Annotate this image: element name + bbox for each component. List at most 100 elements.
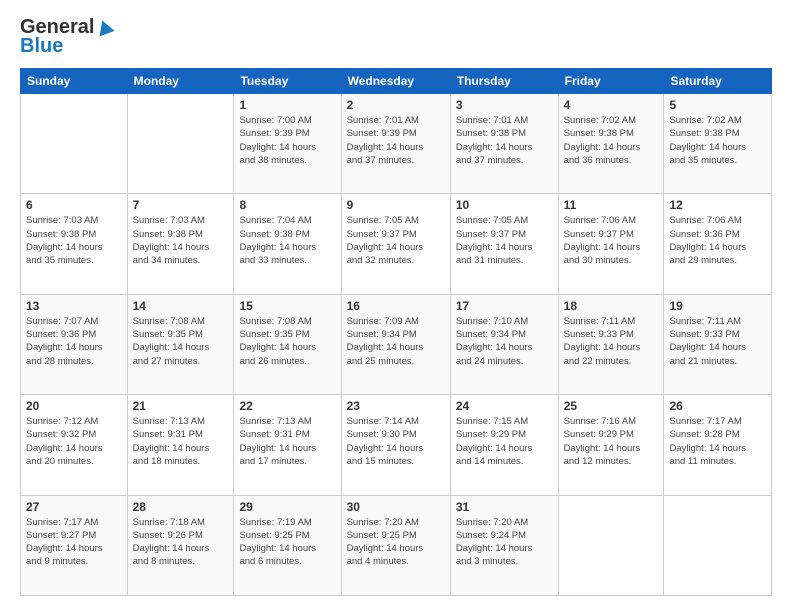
day-cell: 22Sunrise: 7:13 AMSunset: 9:31 PMDayligh… [234, 395, 341, 495]
sunrise-text: Sunrise: 7:11 AM [564, 316, 636, 327]
day-info: Sunrise: 7:11 AMSunset: 9:33 PMDaylight:… [564, 315, 659, 368]
sunset-text: Sunset: 9:32 PM [26, 429, 96, 440]
week-row-4: 20 Sunrise: 7:12 AM Sunset: 9:32 PM Dayligh… [21, 395, 772, 495]
sunrise-text: Sunrise: 7:04 AM [239, 215, 311, 226]
sunset-text: Sunset: 9:28 PM [669, 429, 739, 440]
sunset-text: Sunset: 9:39 PM [347, 128, 417, 139]
daylight-text: Daylight: 14 hoursand 25 minutes. [347, 342, 424, 366]
day-info: Sunrise: 7:06 AMSunset: 9:36 PMDaylight:… [669, 214, 766, 267]
day-number: 6 [26, 198, 122, 212]
day-cell [558, 495, 664, 595]
day-info: Sunrise: 7:18 AM Sunset: 9:26 PM Daylight:… [133, 516, 229, 569]
day-number: 19 [669, 299, 766, 313]
day-cell: 4 Sunrise: 7:02 AMSunset: 9:38 PMDaylight… [558, 94, 664, 194]
sunrise-text: Sunrise: 7:02 AM [564, 115, 636, 126]
sunset-text: Sunset: 9:25 PM [239, 530, 309, 541]
daylight-text: Daylight: 14 hoursand 36 minutes. [564, 142, 641, 166]
day-info: Sunrise: 7:08 AMSunset: 9:35 PMDaylight:… [133, 315, 229, 368]
day-number: 16 [347, 299, 445, 313]
sunset-text: Sunset: 9:25 PM [347, 530, 417, 541]
weekday-header-friday: Friday [558, 69, 664, 94]
day-info: Sunrise: 7:08 AMSunset: 9:35 PMDaylight:… [239, 315, 335, 368]
day-number: 22 [239, 399, 335, 413]
day-info: Sunrise: 7:09 AMSunset: 9:34 PMDaylight:… [347, 315, 445, 368]
day-number: 21 [133, 399, 229, 413]
daylight-text: Daylight: 14 hoursand 37 minutes. [347, 142, 424, 166]
sunrise-text: Sunrise: 7:12 AM [26, 416, 98, 427]
daylight-text: Daylight: 14 hoursand 35 minutes. [669, 142, 746, 166]
day-number: 24 [456, 399, 553, 413]
day-cell [127, 94, 234, 194]
day-number: 13 [26, 299, 122, 313]
sunset-text: Sunset: 9:37 PM [347, 229, 417, 240]
day-number: 25 [564, 399, 659, 413]
sunrise-text: Sunrise: 7:02 AM [669, 115, 741, 126]
sunset-text: Sunset: 9:35 PM [239, 329, 309, 340]
sunrise-text: Sunrise: 7:11 AM [669, 316, 741, 327]
sunrise-text: Sunrise: 7:18 AM [133, 517, 205, 528]
day-info: Sunrise: 7:11 AMSunset: 9:33 PMDaylight:… [669, 315, 766, 368]
sunrise-text: Sunrise: 7:00 AM [239, 115, 311, 126]
sunrise-text: Sunrise: 7:14 AM [347, 416, 419, 427]
sunrise-text: Sunrise: 7:19 AM [239, 517, 311, 528]
page: General Blue SundayMondayTuesdayWednesda… [0, 0, 792, 612]
day-cell: 9Sunrise: 7:05 AMSunset: 9:37 PMDaylight… [341, 194, 450, 294]
weekday-header-wednesday: Wednesday [341, 69, 450, 94]
day-number: 17 [456, 299, 553, 313]
day-info: Sunrise: 7:07 AMSunset: 9:36 PMDaylight:… [26, 315, 122, 368]
daylight-text: Daylight: 14 hoursand 24 minutes. [456, 342, 533, 366]
day-cell: 19 Sunrise: 7:11 AMSunset: 9:33 PMDayligh… [664, 294, 772, 394]
day-number: 26 [669, 399, 766, 413]
day-number: 14 [133, 299, 229, 313]
daylight-text: Daylight: 14 hoursand 33 minutes. [239, 242, 316, 266]
daylight-text: Daylight: 14 hoursand 29 minutes. [669, 242, 746, 266]
sunset-text: Sunset: 9:36 PM [26, 329, 96, 340]
daylight-text: Daylight: 14 hoursand 8 minutes. [133, 543, 210, 567]
day-info: Sunrise: 7:00 AMSunset: 9:39 PMDaylight:… [239, 114, 335, 167]
header: General Blue [20, 16, 772, 58]
day-cell: 3Sunrise: 7:01 AMSunset: 9:38 PMDaylight… [450, 94, 558, 194]
logo-blue-text: Blue [20, 35, 63, 58]
sunset-text: Sunset: 9:31 PM [133, 429, 203, 440]
daylight-text: Daylight: 14 hoursand 35 minutes. [26, 242, 103, 266]
daylight-text: Daylight: 14 hoursand 34 minutes. [133, 242, 210, 266]
day-number: 4 [564, 98, 659, 112]
day-number: 28 [133, 500, 229, 514]
day-cell [21, 94, 128, 194]
logo: General Blue [20, 16, 115, 58]
day-number: 20 [26, 399, 122, 413]
daylight-text: Daylight: 14 hoursand 21 minutes. [669, 342, 746, 366]
daylight-text: Daylight: 14 hoursand 6 minutes. [239, 543, 316, 567]
sunrise-text: Sunrise: 7:01 AM [347, 115, 419, 126]
day-cell: 28 Sunrise: 7:18 AM Sunset: 9:26 PM Dayligh… [127, 495, 234, 595]
daylight-text: Daylight: 14 hoursand 18 minutes. [133, 443, 210, 467]
sunrise-text: Sunrise: 7:05 AM [347, 215, 419, 226]
day-info: Sunrise: 7:13 AM Sunset: 9:31 PM Daylight:… [133, 415, 229, 468]
daylight-text: Daylight: 14 hoursand 31 minutes. [456, 242, 533, 266]
day-info: Sunrise: 7:16 AMSunset: 9:29 PMDaylight:… [564, 415, 659, 468]
sunset-text: Sunset: 9:38 PM [456, 128, 526, 139]
daylight-text: Daylight: 14 hoursand 30 minutes. [564, 242, 641, 266]
daylight-text: Daylight: 14 hoursand 26 minutes. [239, 342, 316, 366]
weekday-header-sunday: Sunday [21, 69, 128, 94]
day-number: 5 [669, 98, 766, 112]
sunrise-text: Sunrise: 7:08 AM [133, 316, 205, 327]
weekday-header-monday: Monday [127, 69, 234, 94]
day-cell: 17Sunrise: 7:10 AMSunset: 9:34 PMDayligh… [450, 294, 558, 394]
day-cell: 27Sunrise: 7:17 AMSunset: 9:27 PMDayligh… [21, 495, 128, 595]
day-info: Sunrise: 7:03 AMSunset: 9:38 PMDaylight:… [133, 214, 229, 267]
sunset-text: Sunset: 9:34 PM [347, 329, 417, 340]
day-info: Sunrise: 7:02 AMSunset: 9:38 PMDaylight:… [564, 114, 659, 167]
day-cell: 11Sunrise: 7:06 AMSunset: 9:37 PMDayligh… [558, 194, 664, 294]
sunset-text: Sunset: 9:38 PM [239, 229, 309, 240]
sunset-text: Sunset: 9:37 PM [456, 229, 526, 240]
sunrise-text: Sunrise: 7:13 AM [133, 416, 205, 427]
day-cell: 16 Sunrise: 7:09 AMSunset: 9:34 PMDayligh… [341, 294, 450, 394]
daylight-text: Daylight: 14 hoursand 4 minutes. [347, 543, 424, 567]
day-number: 7 [133, 198, 229, 212]
sunset-text: Sunset: 9:26 PM [133, 530, 203, 541]
weekday-header-saturday: Saturday [664, 69, 772, 94]
day-cell: 10Sunrise: 7:05 AMSunset: 9:37 PMDayligh… [450, 194, 558, 294]
sunrise-text: Sunrise: 7:17 AM [26, 517, 98, 528]
day-cell: 29Sunrise: 7:19 AMSunset: 9:25 PMDayligh… [234, 495, 341, 595]
